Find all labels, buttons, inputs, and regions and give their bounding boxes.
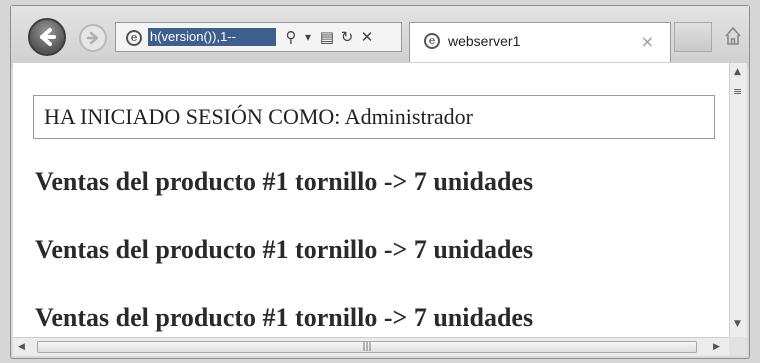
scroll-left-icon[interactable]: ◀ <box>18 342 25 352</box>
ie-page-icon: e <box>126 30 142 46</box>
ie-tab-icon: e <box>424 33 440 49</box>
browser-window: e h(version()),1-- ⚲ ▾ ▤ ↻ ✕ e webserver… <box>10 5 750 359</box>
scroll-right-icon[interactable]: ▶ <box>713 342 720 352</box>
page-content: HA INICIADO SESIÓN COMO: Administrador V… <box>13 63 729 337</box>
forward-button[interactable] <box>79 24 107 52</box>
stop-icon[interactable]: ✕ <box>358 27 376 47</box>
session-status-box: HA INICIADO SESIÓN COMO: Administrador <box>33 95 715 139</box>
address-bar[interactable]: e h(version()),1-- ⚲ ▾ ▤ ↻ ✕ <box>115 22 402 52</box>
search-icon[interactable]: ⚲ <box>282 27 300 47</box>
compatibility-view-icon[interactable]: ▤ <box>318 27 336 47</box>
address-input[interactable]: h(version()),1-- <box>148 28 276 46</box>
new-tab-button[interactable] <box>674 22 712 52</box>
sales-line-2: Ventas del producto #1 tornillo -> 7 uni… <box>35 235 534 264</box>
horizontal-scrollbar[interactable]: ◀ ||| ▶ <box>13 337 729 356</box>
sales-line-1: Ventas del producto #1 tornillo -> 7 uni… <box>35 167 534 196</box>
arrow-left-icon <box>40 28 56 46</box>
refresh-icon[interactable]: ↻ <box>338 27 356 47</box>
tab-close-icon[interactable]: × <box>641 32 654 51</box>
scroll-down-icon[interactable]: ▼ <box>734 319 741 329</box>
horizontal-scroll-thumb[interactable]: ||| <box>37 341 697 353</box>
sales-line-3: Ventas del producto #1 tornillo -> 7 uni… <box>35 303 534 332</box>
tab-title: webserver1 <box>448 33 521 49</box>
tab-webserver1[interactable]: e webserver1 × <box>409 22 671 62</box>
back-button[interactable] <box>28 18 66 56</box>
arrow-right-icon <box>86 31 99 45</box>
home-icon[interactable] <box>724 25 742 47</box>
scroll-corner <box>729 337 747 356</box>
scroll-up-icon[interactable]: ▲ <box>734 67 741 77</box>
browser-toolbar: e h(version()),1-- ⚲ ▾ ▤ ↻ ✕ e webserver… <box>11 6 749 68</box>
vertical-scrollbar[interactable]: ▲ ≡ ▼ <box>729 63 747 337</box>
scroll-grip-icon: ≡ <box>733 85 743 98</box>
search-dropdown-icon[interactable]: ▾ <box>302 27 314 47</box>
